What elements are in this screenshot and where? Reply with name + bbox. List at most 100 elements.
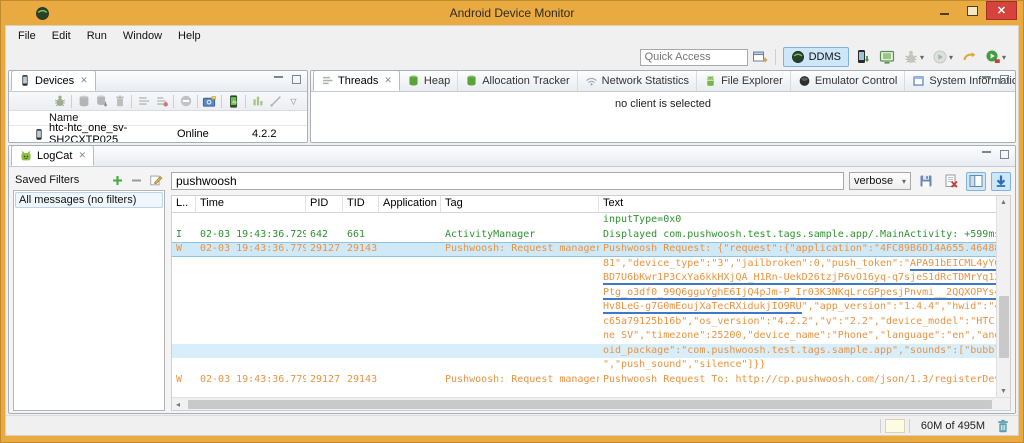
device-name: htc-htc_one_sv-SH2CXTP025 [49, 122, 177, 143]
saved-filter-item[interactable]: All messages (no filters) [15, 192, 163, 208]
open-perspective-icon[interactable] [752, 49, 768, 65]
tab-logcat[interactable]: LogCat ✕ [11, 145, 94, 166]
scroll-down-icon[interactable]: ▼ [1000, 385, 1007, 397]
update-heap-icon[interactable] [76, 94, 91, 109]
log-row[interactable]: ne SV","timezone":25200,"device_name":"P… [172, 329, 996, 344]
close-tab-icon[interactable]: ✕ [384, 75, 392, 86]
maximize-view-button[interactable] [998, 149, 1011, 160]
log-row[interactable]: c65a79125b16b","os_version":"4.2.2","v":… [172, 315, 996, 330]
log-tid [343, 315, 379, 330]
client-area: FileEditRunWindowHelp DDMS ▾ ▾ ▾ [5, 25, 1019, 436]
minimize-view-button[interactable] [980, 149, 993, 160]
scroll-left-icon[interactable]: ◂ [172, 400, 184, 409]
tab-heap[interactable]: Heap [400, 70, 458, 91]
method-profiling-icon[interactable] [154, 94, 169, 109]
display-saved-filters-toggle[interactable] [966, 172, 986, 191]
debug-process-icon[interactable] [52, 94, 67, 109]
cause-gc-icon[interactable] [112, 94, 127, 109]
minimize-view-button[interactable] [272, 74, 285, 85]
log-tid: 29143 [343, 373, 379, 388]
close-tab-icon[interactable]: ✕ [78, 150, 86, 161]
screen-capture-tool-icon [879, 49, 895, 65]
device-connect-button[interactable] [853, 47, 873, 67]
maximize-button[interactable] [958, 1, 986, 20]
menu-window[interactable]: Window [115, 28, 170, 44]
log-row[interactable]: oid_package":"com.pushwoosh.test.tags.sa… [172, 344, 996, 359]
edit-filter-icon[interactable] [149, 173, 163, 187]
maximize-view-button[interactable] [998, 74, 1011, 85]
add-filter-icon[interactable] [111, 174, 124, 187]
hierarchy-bars-icon[interactable] [250, 94, 265, 109]
menu-file[interactable]: File [10, 28, 44, 44]
log-row[interactable]: BD7U6bKwr1P3CxYa6kkHXjQA_H1Rn-UekD26tzjP… [172, 271, 996, 286]
dump-hprof-icon[interactable] [94, 94, 109, 109]
log-level-select[interactable]: verbose ▾ [849, 172, 911, 190]
horizontal-scrollbar[interactable]: ◂ [172, 397, 1010, 410]
minimize-button[interactable] [930, 1, 958, 20]
menu-edit[interactable]: Edit [44, 28, 79, 44]
save-log-button[interactable] [916, 172, 936, 191]
quick-access-input[interactable] [640, 49, 748, 66]
log-row[interactable]: inputType=0x0 [172, 213, 996, 228]
debug-menu-button[interactable]: ▾ [901, 47, 926, 67]
save-log-icon [918, 173, 934, 189]
update-threads-icon[interactable] [136, 94, 151, 109]
column-header-pid[interactable]: PID [306, 196, 343, 212]
log-row[interactable]: W02-03 19:43:36.7792912729143Pushwoosh: … [172, 242, 996, 257]
run-menu-button[interactable]: ▾ [930, 47, 955, 67]
column-header-time[interactable]: Time [196, 196, 306, 212]
column-header-text[interactable]: Text [599, 196, 996, 212]
column-header-tag[interactable]: Tag [441, 196, 599, 212]
stop-process-icon[interactable] [178, 94, 193, 109]
log-tag [441, 286, 599, 301]
clear-log-button[interactable] [941, 172, 961, 191]
screen-capture-icon[interactable] [202, 94, 217, 109]
minimize-view-button[interactable] [980, 74, 993, 85]
remove-filter-icon[interactable] [130, 174, 143, 187]
tab-emulator-control[interactable]: Emulator Control [791, 70, 906, 91]
column-header-application[interactable]: Application [379, 196, 441, 212]
log-time [196, 315, 306, 330]
view-menu-icon[interactable]: ▽ [286, 94, 301, 109]
log-level [172, 315, 196, 330]
log-table: L..TimePIDTIDApplicationTagText inputTyp… [171, 195, 1011, 411]
log-row[interactable]: Ptg_o3df0_99Q6gguYghE6IjQ4pJm-P_Ir03K3NK… [172, 286, 996, 301]
scroll-up-icon[interactable]: ▲ [1000, 196, 1007, 208]
last-edit-location-button[interactable] [959, 47, 979, 67]
menu-run[interactable]: Run [79, 28, 115, 44]
log-row[interactable]: ","push_sound","silence"]}} [172, 358, 996, 373]
pixel-perfect-icon[interactable] [268, 94, 283, 109]
log-row[interactable]: Hv8LeG-g7G0mEoujXaTecRXidukjIO9RU","app_… [172, 300, 996, 315]
log-row[interactable]: 81","device_type":"3","jailbroken":0,"pu… [172, 257, 996, 272]
tab-allocation-tracker[interactable]: Allocation Tracker [458, 70, 577, 91]
log-tid [343, 344, 379, 359]
saved-filters-list[interactable]: All messages (no filters) [13, 190, 165, 411]
maximize-view-button[interactable] [290, 74, 303, 85]
vertical-scroll-thumb[interactable] [999, 296, 1009, 358]
tab-threads[interactable]: Threads✕ [313, 70, 400, 91]
column-header-tid[interactable]: TID [343, 196, 379, 212]
device-row[interactable]: htc-htc_one_sv-SH2CXTP025 Online 4.2.2 [9, 126, 307, 142]
log-rows[interactable]: inputType=0x0I02-03 19:43:36.729642661Ac… [172, 213, 996, 397]
log-row[interactable]: I02-03 19:43:36.729642661ActivityManager… [172, 228, 996, 243]
ddms-perspective-button[interactable]: DDMS [783, 47, 849, 67]
vertical-scrollbar[interactable]: ▲ ▼ [996, 196, 1010, 397]
run-gc-button[interactable] [992, 418, 1014, 434]
log-row[interactable]: W02-03 19:43:36.7792912729143Pushwoosh: … [172, 373, 996, 388]
menu-help[interactable]: Help [170, 28, 209, 44]
screen-capture-tool-button[interactable] [877, 47, 897, 67]
screen-record-icon[interactable]: 4s [226, 94, 241, 109]
scroll-lock-toggle[interactable] [991, 172, 1011, 191]
tab-file-explorer[interactable]: File Explorer [697, 70, 791, 91]
logcat-search-input[interactable] [171, 172, 844, 190]
close-tab-icon[interactable]: ✕ [80, 75, 88, 86]
horizontal-scroll-thumb[interactable] [188, 400, 992, 409]
external-tools-button[interactable]: ▾ [983, 47, 1008, 67]
close-button[interactable]: ✕ [986, 1, 1017, 20]
log-table-header[interactable]: L..TimePIDTIDApplicationTagText [172, 196, 996, 213]
threads-icon [321, 74, 334, 87]
tab-devices[interactable]: Devices ✕ [11, 70, 96, 91]
column-header-l[interactable]: L.. [172, 196, 196, 212]
clear-log-icon [943, 173, 959, 189]
tab-network-statistics[interactable]: Network Statistics [578, 70, 697, 91]
